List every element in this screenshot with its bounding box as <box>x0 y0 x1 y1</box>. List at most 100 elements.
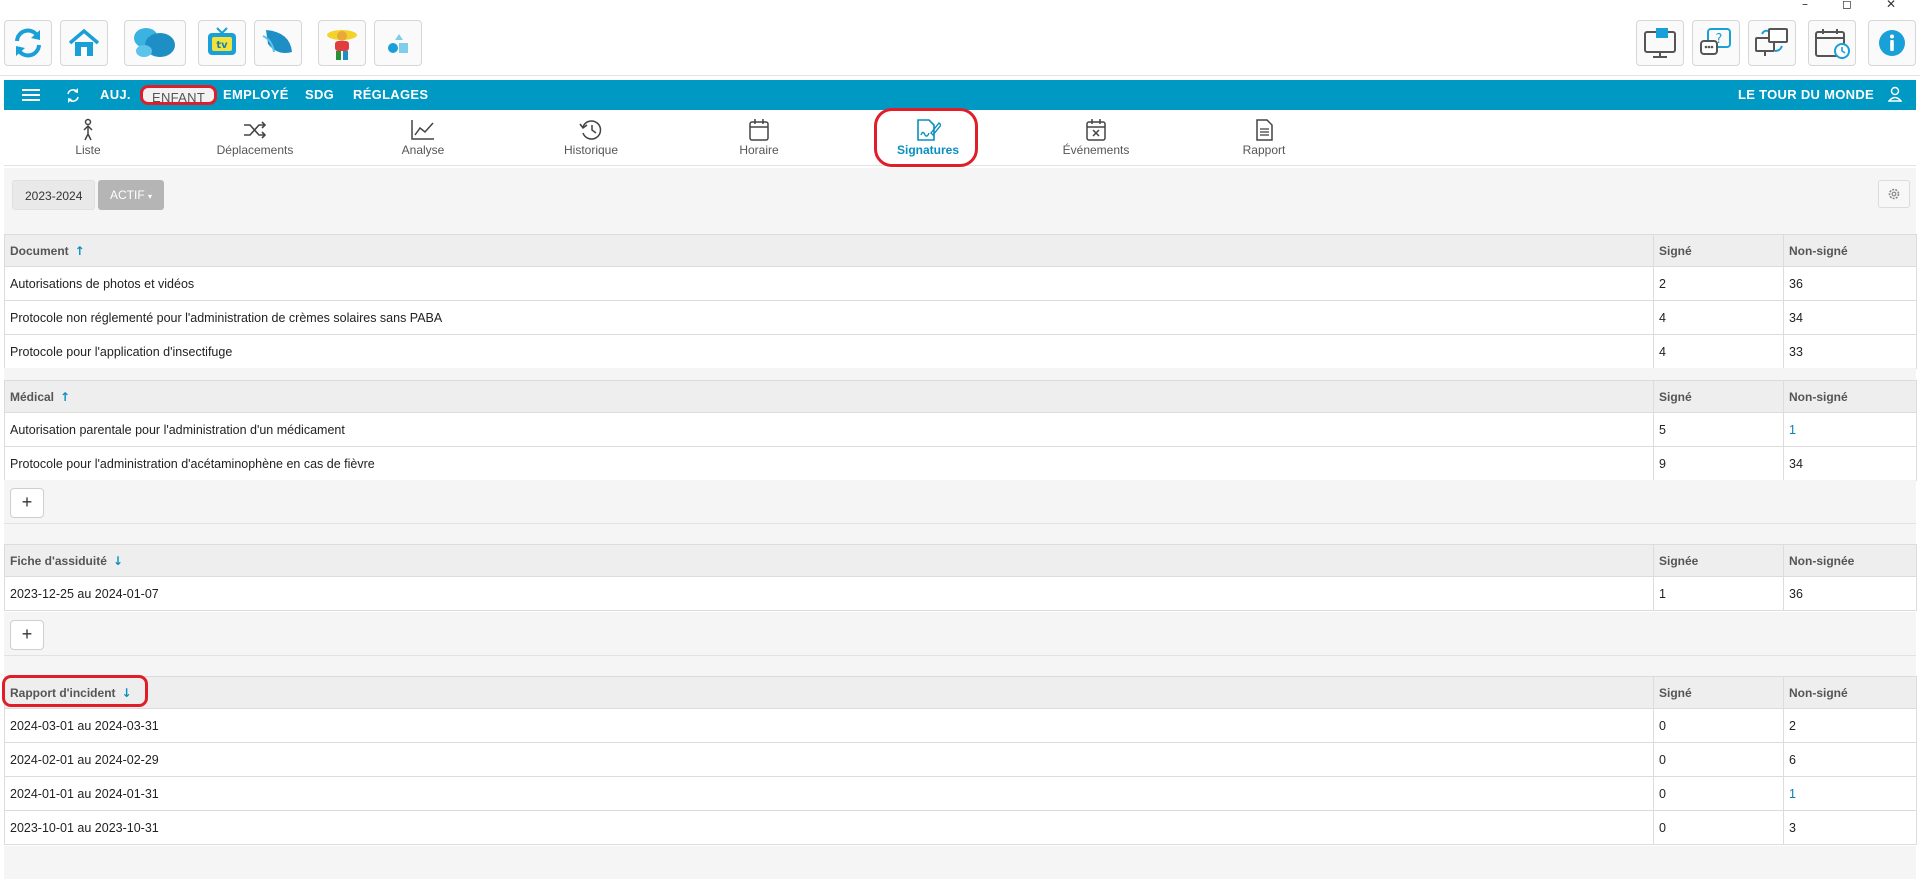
column-header-signee[interactable]: Signée <box>1653 544 1784 577</box>
tab-liste[interactable]: Liste <box>18 116 158 164</box>
nav-item-enfant[interactable]: ENFANT <box>140 85 218 105</box>
info-button[interactable] <box>1868 20 1916 66</box>
tab-deplacements[interactable]: Déplacements <box>185 116 325 164</box>
incident-header-highlight-ring <box>2 675 148 707</box>
table-row[interactable]: Protocole pour l'administration d'acétam… <box>4 446 1917 481</box>
wing-app-button[interactable] <box>254 20 302 66</box>
info-icon <box>1879 30 1905 56</box>
row-signed-count[interactable]: 0 <box>1653 742 1784 777</box>
nav-item-reglages[interactable]: RÉGLAGES <box>353 80 428 110</box>
shapes-app-button[interactable] <box>374 20 422 66</box>
sort-up-icon[interactable]: ↑ <box>60 390 70 404</box>
table-row[interactable]: Protocole non réglementé pour l'administ… <box>4 300 1917 335</box>
row-signed-count[interactable]: 4 <box>1653 334 1784 369</box>
refresh-button[interactable] <box>4 20 52 66</box>
close-window-button[interactable]: ✕ <box>1886 0 1896 11</box>
row-signed-count[interactable]: 2 <box>1653 266 1784 301</box>
kid-app-button[interactable] <box>318 20 366 66</box>
table-row[interactable]: 2023-12-25 au 2024-01-07 1 36 <box>4 576 1917 611</box>
calendar-clock-button[interactable] <box>1808 20 1856 66</box>
row-document-name[interactable]: Protocole pour l'application d'insectifu… <box>4 334 1654 369</box>
table-row[interactable]: 2024-01-01 au 2024-01-31 0 1 <box>4 776 1917 811</box>
user-account-button[interactable] <box>1887 80 1903 110</box>
monitor-message-button[interactable] <box>1636 20 1684 66</box>
tv-app-button[interactable]: tv <box>198 20 246 66</box>
row-signed-count[interactable]: 4 <box>1653 300 1784 335</box>
chat-question-button[interactable]: ? <box>1692 20 1740 66</box>
column-header-medical[interactable]: Médical ↑ <box>4 380 1654 413</box>
tab-rapport[interactable]: Rapport <box>1194 116 1334 164</box>
nav-item-sdg[interactable]: SDG <box>305 80 334 110</box>
medical-table: Médical ↑ Signé Non-signé Autorisation pa… <box>4 380 1917 481</box>
column-header-rapport-incident[interactable]: Rapport d'incident ↓ <box>4 676 1654 709</box>
table-header-row: Rapport d'incident ↓ Signé Non-signé <box>4 676 1917 709</box>
column-header-non-signe[interactable]: Non-signé <box>1783 234 1917 267</box>
sort-up-icon[interactable]: ↑ <box>75 244 85 258</box>
column-header-signe[interactable]: Signé <box>1653 676 1784 709</box>
row-signed-count[interactable]: 1 <box>1653 576 1784 611</box>
chat-question-icon: ? <box>1700 28 1731 55</box>
tab-evenements[interactable]: Événements <box>1026 116 1166 164</box>
column-header-signe[interactable]: Signé <box>1653 380 1784 413</box>
tab-analyse[interactable]: Analyse <box>353 116 493 164</box>
table-row[interactable]: 2024-02-01 au 2024-02-29 0 6 <box>4 742 1917 777</box>
add-medical-button[interactable]: + <box>10 488 44 518</box>
maximize-button[interactable]: ◻ <box>1842 0 1852 11</box>
screen-sync-button[interactable] <box>1748 20 1796 66</box>
row-unsigned-count[interactable]: 33 <box>1783 334 1917 369</box>
row-unsigned-count[interactable]: 1 <box>1783 776 1917 811</box>
row-unsigned-count[interactable]: 36 <box>1783 266 1917 301</box>
row-signed-count[interactable]: 0 <box>1653 708 1784 743</box>
home-button[interactable] <box>60 20 108 66</box>
add-assiduite-button[interactable]: + <box>10 620 44 650</box>
row-period[interactable]: 2024-01-01 au 2024-01-31 <box>4 776 1654 811</box>
column-header-non-signe[interactable]: Non-signé <box>1783 676 1917 709</box>
row-document-name[interactable]: Autorisation parentale pour l'administra… <box>4 412 1654 447</box>
row-unsigned-count[interactable]: 2 <box>1783 708 1917 743</box>
table-row[interactable]: Autorisation parentale pour l'administra… <box>4 412 1917 447</box>
row-signed-count[interactable]: 5 <box>1653 412 1784 447</box>
school-year-button[interactable]: 2023-2024 <box>12 180 96 210</box>
sort-down-icon[interactable]: ↓ <box>113 554 123 568</box>
settings-button[interactable] <box>1878 180 1910 208</box>
row-unsigned-count[interactable]: 34 <box>1783 446 1917 481</box>
butterfly-app-button[interactable] <box>124 20 186 66</box>
minimize-button[interactable]: – <box>1802 0 1808 11</box>
location-name[interactable]: LE TOUR DU MONDE <box>1738 80 1874 110</box>
nav-refresh-button[interactable] <box>66 80 80 110</box>
table-row[interactable]: Autorisations de photos et vidéos 2 36 <box>4 266 1917 301</box>
row-unsigned-count[interactable]: 3 <box>1783 810 1917 845</box>
table-row[interactable]: Protocole pour l'application d'insectifu… <box>4 334 1917 369</box>
tab-horaire[interactable]: Horaire <box>689 116 829 164</box>
nav-item-employe[interactable]: EMPLOYÉ <box>223 80 289 110</box>
row-period[interactable]: 2024-03-01 au 2024-03-31 <box>4 708 1654 743</box>
column-header-fiche-assiduite[interactable]: Fiche d'assiduité ↓ <box>4 544 1654 577</box>
row-period[interactable]: 2023-10-01 au 2023-10-31 <box>4 810 1654 845</box>
row-document-name[interactable]: Protocole non réglementé pour l'administ… <box>4 300 1654 335</box>
row-period[interactable]: 2024-02-01 au 2024-02-29 <box>4 742 1654 777</box>
row-unsigned-count[interactable]: 36 <box>1783 576 1917 611</box>
row-unsigned-count[interactable]: 6 <box>1783 742 1917 777</box>
row-signed-count[interactable]: 9 <box>1653 446 1784 481</box>
nav-item-auj[interactable]: AUJ. <box>100 80 131 110</box>
row-document-name[interactable]: Autorisations de photos et vidéos <box>4 266 1654 301</box>
column-header-document[interactable]: Document ↑ <box>4 234 1654 267</box>
column-header-non-signe[interactable]: Non-signé <box>1783 380 1917 413</box>
status-dropdown[interactable]: ACTIF ▾ <box>98 180 165 210</box>
caret-down-icon: ▾ <box>148 192 153 201</box>
monitor-message-icon <box>1644 28 1676 58</box>
row-unsigned-count[interactable]: 34 <box>1783 300 1917 335</box>
tab-label: Rapport <box>1242 143 1286 157</box>
table-row[interactable]: 2024-03-01 au 2024-03-31 0 2 <box>4 708 1917 743</box>
row-unsigned-count[interactable]: 1 <box>1783 412 1917 447</box>
row-signed-count[interactable]: 0 <box>1653 776 1784 811</box>
column-header-signe[interactable]: Signé <box>1653 234 1784 267</box>
row-signed-count[interactable]: 0 <box>1653 810 1784 845</box>
tab-historique[interactable]: Historique <box>521 116 661 164</box>
hamburger-menu-button[interactable] <box>22 80 40 110</box>
row-document-name[interactable]: Protocole pour l'administration d'acétam… <box>4 446 1654 481</box>
column-header-non-signee[interactable]: Non-signée <box>1783 544 1917 577</box>
person-walk-icon <box>83 118 93 141</box>
row-period[interactable]: 2023-12-25 au 2024-01-07 <box>4 576 1654 611</box>
table-row[interactable]: 2023-10-01 au 2023-10-31 0 3 <box>4 810 1917 845</box>
